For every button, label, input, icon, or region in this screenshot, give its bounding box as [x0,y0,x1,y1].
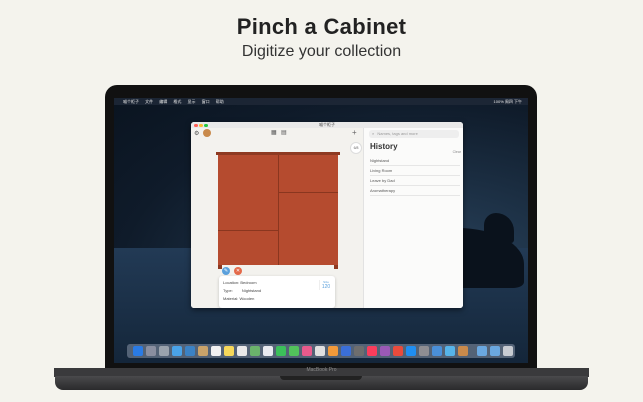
cabinet-foot [334,265,338,269]
clear-history-button[interactable]: Clear [453,150,461,154]
cabinet-count-badge: 6/8 [350,142,362,154]
location-value: Bedroom [240,280,257,285]
menu-status: 100% 周四 下午 [493,99,522,104]
pages-icon[interactable] [328,346,338,356]
menu-bar: 喵个柜子 文件 编辑 格式 显示 窗口 帮助 100% 周四 下午 [114,98,528,105]
facetime-icon[interactable] [289,346,299,356]
calendar-icon[interactable] [211,346,221,356]
itunes-icon[interactable] [367,346,377,356]
tv-icon[interactable] [354,346,364,356]
laptop-screen: 喵个柜子 文件 编辑 格式 显示 窗口 帮助 100% 周四 下午 喵个柜子 ⚙… [114,98,528,363]
delete-icon[interactable]: ✕ [234,267,242,275]
launchpad-icon[interactable] [146,346,156,356]
system-preferences-icon[interactable] [419,346,429,356]
menu-item[interactable]: 帮助 [216,99,224,104]
cabinet-info-card: Location: Bedroom Type: Nightstand Mater… [219,276,335,308]
location-label: Location: [223,280,240,285]
history-title: History [370,142,398,151]
history-item[interactable]: Living Room [370,166,460,176]
search-icon: ⌕ [372,131,375,136]
finder-icon[interactable] [133,346,143,356]
search-placeholder: Names, tags and more [377,131,418,136]
history-item[interactable]: Leave by Dad [370,176,460,186]
laptop-brand-label: MacBook Pro [306,367,337,373]
size-value: 120 [321,284,331,290]
minimize-window-button[interactable] [199,123,203,127]
type-value: Nightstand [241,288,262,293]
app-window: 喵个柜子 ⚙ ▦ ▤ ✎ ✕ Location: Bedroom Type: N… [191,122,463,308]
music-icon[interactable] [302,346,312,356]
keynote-icon[interactable] [341,346,351,356]
notes-icon[interactable] [224,346,234,356]
reminders-icon[interactable] [237,346,247,356]
cabinet-divider [218,230,278,231]
menu-item[interactable]: 喵个柜子 [123,99,139,104]
close-window-button[interactable] [194,123,198,127]
grid-view-icon[interactable]: ▦ [271,129,277,136]
window-title: 喵个柜子 [319,122,335,127]
headline-subtitle: Digitize your collection [241,43,402,60]
trash-icon[interactable] [503,346,513,356]
zoom-window-button[interactable] [204,123,208,127]
add-icon[interactable]: + [352,128,357,137]
xcode-icon[interactable] [432,346,442,356]
type-label: Type: [223,288,233,293]
history-sidebar: + 6/8 ⌕ Names, tags and more History Cle… [350,128,463,308]
books-icon[interactable] [393,346,403,356]
material-value: Wooden [239,296,255,301]
avatar[interactable] [203,129,211,137]
list-view-icon[interactable]: ▤ [281,129,287,136]
rocket-icon[interactable] [159,346,169,356]
menu-item[interactable]: 文件 [145,99,153,104]
edit-icon[interactable]: ✎ [222,267,230,275]
history-item[interactable]: Nightstand [370,156,460,166]
cabinet-canvas: ⚙ ▦ ▤ ✎ ✕ Location: Bedroom Type: Nights… [191,128,363,308]
cabinet-body [218,155,338,265]
downloads-icon[interactable] [490,346,500,356]
maps-icon[interactable] [250,346,260,356]
laptop-notch [280,376,362,380]
podcasts-icon[interactable] [380,346,390,356]
cabinet-app-icon[interactable] [458,346,468,356]
search-input[interactable]: ⌕ Names, tags and more [369,130,459,138]
cabinet-model[interactable] [216,152,340,269]
gear-icon[interactable]: ⚙ [194,130,199,137]
folder-icon[interactable] [477,346,487,356]
menu-item[interactable]: 显示 [188,99,196,104]
contacts-icon[interactable] [198,346,208,356]
headline-title: Pinch a Cabinet [236,14,407,39]
cabinet-divider [279,192,338,193]
menu-item[interactable]: 格式 [173,99,181,104]
history-item[interactable]: Aromatherapy [370,186,460,196]
material-label: Material: [223,296,239,301]
mail-icon[interactable] [185,346,195,356]
app-icon[interactable] [445,346,455,356]
menu-item[interactable]: 窗口 [202,99,210,104]
safari-icon[interactable] [172,346,182,356]
app-store-icon[interactable] [406,346,416,356]
wallpaper-rock [484,213,514,243]
dock [127,344,515,358]
menu-item[interactable]: 编辑 [159,99,167,104]
messages-icon[interactable] [276,346,286,356]
cabinet-divider [278,155,279,265]
photos-icon[interactable] [263,346,273,356]
numbers-icon[interactable] [315,346,325,356]
